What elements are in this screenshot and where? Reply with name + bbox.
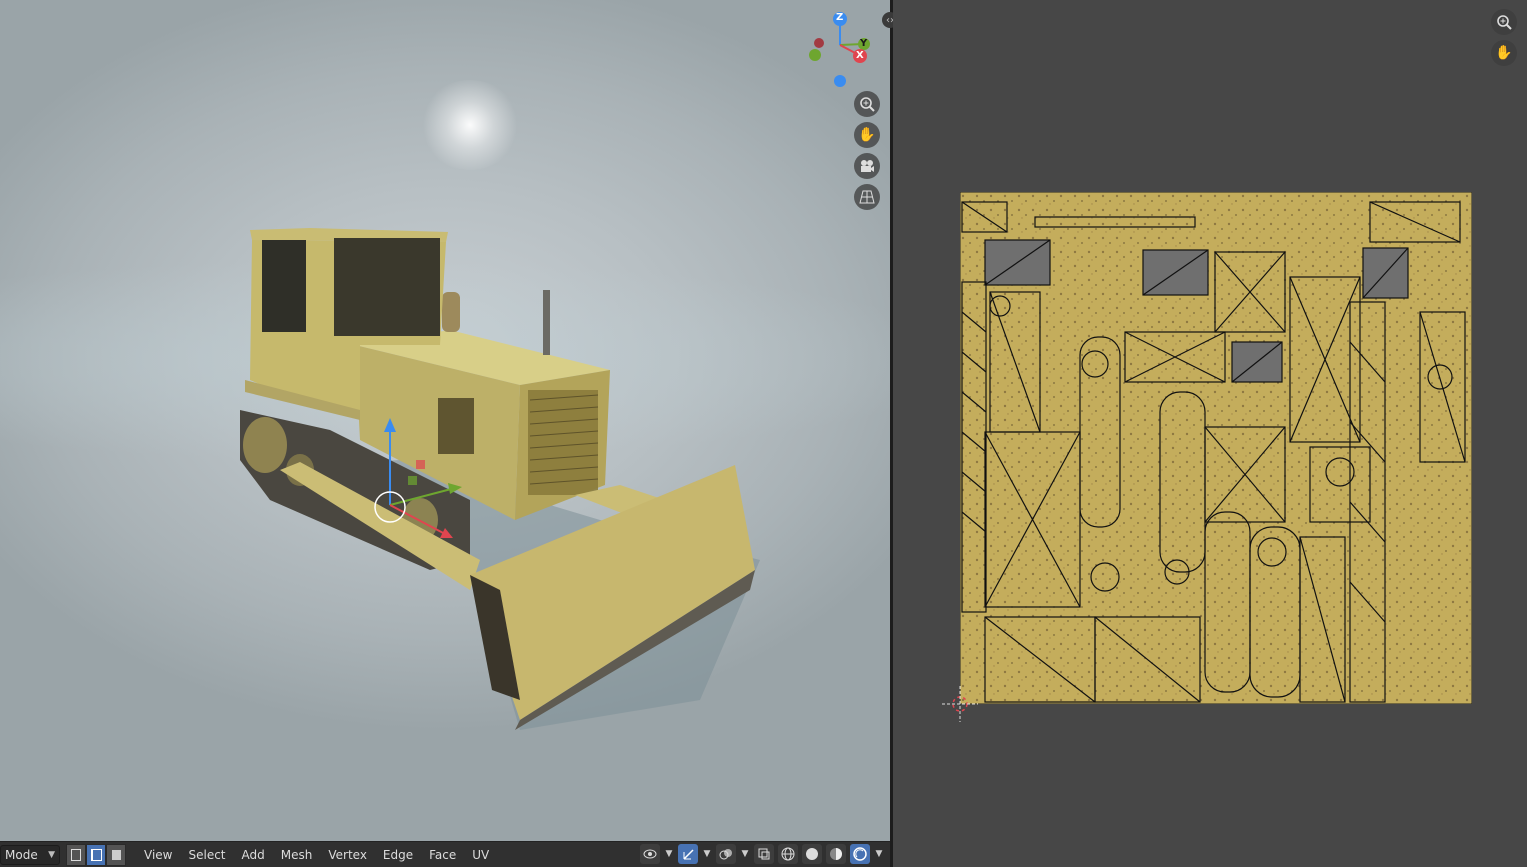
uv-header-strip [893,841,1527,867]
shading-solid-icon[interactable] [802,844,822,864]
cab-window-side [262,240,306,332]
chevron-down-icon[interactable]: ▼ [874,849,884,859]
bulldozer-model[interactable] [0,0,890,841]
menu-vertex[interactable]: Vertex [320,842,375,867]
viewport-header: Mode ▼ View Select Add Mesh Vertex Edge … [0,841,890,867]
shading-material-icon[interactable] [826,844,846,864]
uv-zoom-icon[interactable] [1491,9,1517,35]
menu-edge[interactable]: Edge [375,842,421,867]
perspective-grid-icon[interactable] [854,184,880,210]
vertex-select-icon[interactable] [66,844,86,866]
chevron-down-icon: ▼ [48,850,55,860]
gizmo-x-label: X [856,50,864,61]
3d-viewport[interactable]: Z Y X ✋ [0,0,890,841]
blender-window: Z Y X ✋ ‹› ✋ Mode ▼ View Select Add Mesh… [0,0,1527,867]
uv-editor[interactable]: ✋ [893,0,1527,867]
gizmo-toggle-icon[interactable] [678,844,698,864]
face-select-icon[interactable] [106,844,126,866]
pan-hand-icon[interactable]: ✋ [854,122,880,148]
gizmo-y-label: Y [860,38,868,49]
menu-uv[interactable]: UV [464,842,497,867]
camera-icon[interactable] [854,153,880,179]
cab-window-front [334,238,440,336]
edge-select-icon[interactable] [86,844,106,866]
gizmo-z-label: Z [836,12,844,23]
overlays-icon[interactable] [716,844,736,864]
menu-mesh[interactable]: Mesh [273,842,321,867]
mode-select-label: Mode [5,848,38,862]
xray-toggle-icon[interactable] [754,844,774,864]
chevron-down-icon[interactable]: ▼ [664,849,674,859]
visibility-eye-icon[interactable] [640,844,660,864]
menu-view[interactable]: View [136,842,180,867]
chevron-down-icon[interactable]: ▼ [740,849,750,859]
exhaust-pipe [543,290,550,355]
menu-select[interactable]: Select [180,842,233,867]
track-wheel [243,417,287,473]
select-mode-group [66,844,126,866]
header-right-tools: ▼ ▼ ▼ ▼ [640,844,884,864]
uv-texture-map[interactable] [960,192,1472,704]
menu-add[interactable]: Add [234,842,273,867]
menu-face[interactable]: Face [421,842,464,867]
2d-cursor-icon[interactable] [940,684,980,724]
side-vent [438,398,474,454]
shading-rendered-icon[interactable] [850,844,870,864]
chevron-down-icon[interactable]: ▼ [702,849,712,859]
navigation-gizmo[interactable] [805,10,885,90]
grill [528,390,598,495]
shading-wireframe-icon[interactable] [778,844,798,864]
uv-pan-hand-icon[interactable]: ✋ [1491,40,1517,66]
mode-select[interactable]: Mode ▼ [0,845,60,865]
zoom-icon[interactable] [854,91,880,117]
air-filter [442,292,460,332]
